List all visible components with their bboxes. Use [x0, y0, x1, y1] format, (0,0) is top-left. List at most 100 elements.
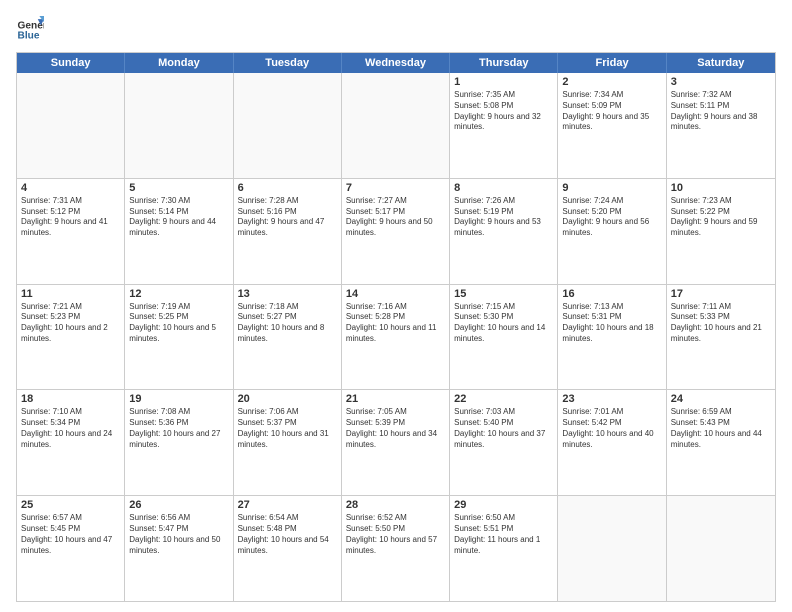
day-info: Sunrise: 7:35 AMSunset: 5:08 PMDaylight:…: [454, 90, 553, 133]
logo: General Blue: [16, 16, 44, 44]
calendar-cell: 12 Sunrise: 7:19 AMSunset: 5:25 PMDayligh…: [125, 285, 233, 390]
day-number: 13: [238, 288, 337, 300]
day-number: 19: [129, 393, 228, 405]
page: General Blue SundayMondayTuesdayWednesda…: [0, 0, 792, 612]
day-number: 2: [562, 76, 661, 88]
calendar-cell: 23 Sunrise: 7:01 AMSunset: 5:42 PMDayligh…: [558, 390, 666, 495]
day-info: Sunrise: 7:10 AMSunset: 5:34 PMDaylight:…: [21, 407, 120, 450]
calendar-cell: 14 Sunrise: 7:16 AMSunset: 5:28 PMDayligh…: [342, 285, 450, 390]
calendar-header-day: Wednesday: [342, 53, 450, 73]
calendar-cell: [234, 73, 342, 178]
day-info: Sunrise: 7:31 AMSunset: 5:12 PMDaylight:…: [21, 196, 120, 239]
calendar-body: 1 Sunrise: 7:35 AMSunset: 5:08 PMDaylight…: [17, 73, 775, 601]
calendar-cell: 11 Sunrise: 7:21 AMSunset: 5:23 PMDayligh…: [17, 285, 125, 390]
day-number: 1: [454, 76, 553, 88]
calendar-cell: 17Sunrise: 7:11 AMSunset: 5:33 PMDayligh…: [667, 285, 775, 390]
day-info: Sunrise: 7:27 AMSunset: 5:17 PMDaylight:…: [346, 196, 445, 239]
day-number: 12: [129, 288, 228, 300]
calendar: SundayMondayTuesdayWednesdayThursdayFrid…: [16, 52, 776, 602]
day-info: Sunrise: 6:54 AMSunset: 5:48 PMDaylight:…: [238, 513, 337, 556]
day-info: Sunrise: 7:26 AMSunset: 5:19 PMDaylight:…: [454, 196, 553, 239]
calendar-cell: 1 Sunrise: 7:35 AMSunset: 5:08 PMDaylight…: [450, 73, 558, 178]
day-info: Sunrise: 6:52 AMSunset: 5:50 PMDaylight:…: [346, 513, 445, 556]
calendar-cell: 20 Sunrise: 7:06 AMSunset: 5:37 PMDayligh…: [234, 390, 342, 495]
calendar-header-day: Thursday: [450, 53, 558, 73]
svg-text:Blue: Blue: [18, 31, 40, 42]
day-info: Sunrise: 7:23 AMSunset: 5:22 PMDaylight:…: [671, 196, 771, 239]
calendar-cell: 28 Sunrise: 6:52 AMSunset: 5:50 PMDayligh…: [342, 496, 450, 601]
calendar-cell: [125, 73, 233, 178]
calendar-cell: 18 Sunrise: 7:10 AMSunset: 5:34 PMDayligh…: [17, 390, 125, 495]
calendar-cell: 6Sunrise: 7:28 AMSunset: 5:16 PMDaylight…: [234, 179, 342, 284]
day-info: Sunrise: 7:03 AMSunset: 5:40 PMDaylight:…: [454, 407, 553, 450]
calendar-cell: 5 Sunrise: 7:30 AMSunset: 5:14 PMDaylight…: [125, 179, 233, 284]
day-info: Sunrise: 7:32 AMSunset: 5:11 PMDaylight:…: [671, 90, 771, 133]
day-number: 23: [562, 393, 661, 405]
day-number: 24: [671, 393, 771, 405]
day-info: Sunrise: 7:01 AMSunset: 5:42 PMDaylight:…: [562, 407, 661, 450]
calendar-cell: 26 Sunrise: 6:56 AMSunset: 5:47 PMDayligh…: [125, 496, 233, 601]
calendar-cell: 27 Sunrise: 6:54 AMSunset: 5:48 PMDayligh…: [234, 496, 342, 601]
calendar-cell: [17, 73, 125, 178]
calendar-header-day: Monday: [125, 53, 233, 73]
calendar-cell: 10 Sunrise: 7:23 AMSunset: 5:22 PMDayligh…: [667, 179, 775, 284]
day-number: 27: [238, 499, 337, 511]
logo-icon: General Blue: [16, 16, 44, 44]
calendar-cell: 25Sunrise: 6:57 AMSunset: 5:45 PMDayligh…: [17, 496, 125, 601]
day-info: Sunrise: 7:18 AMSunset: 5:27 PMDaylight:…: [238, 302, 337, 345]
day-info: Sunrise: 6:50 AMSunset: 5:51 PMDaylight:…: [454, 513, 553, 556]
day-number: 14: [346, 288, 445, 300]
calendar-cell: [342, 73, 450, 178]
day-info: Sunrise: 6:56 AMSunset: 5:47 PMDaylight:…: [129, 513, 228, 556]
calendar-header-day: Tuesday: [234, 53, 342, 73]
day-info: Sunrise: 7:16 AMSunset: 5:28 PMDaylight:…: [346, 302, 445, 345]
calendar-header-day: Friday: [558, 53, 666, 73]
day-info: Sunrise: 7:15 AMSunset: 5:30 PMDaylight:…: [454, 302, 553, 345]
header: General Blue: [16, 16, 776, 44]
day-info: Sunrise: 7:24 AMSunset: 5:20 PMDaylight:…: [562, 196, 661, 239]
calendar-cell: 7 Sunrise: 7:27 AMSunset: 5:17 PMDaylight…: [342, 179, 450, 284]
day-number: 18: [21, 393, 120, 405]
day-number: 4: [21, 182, 120, 194]
calendar-cell: 22 Sunrise: 7:03 AMSunset: 5:40 PMDayligh…: [450, 390, 558, 495]
day-number: 8: [454, 182, 553, 194]
day-number: 16: [562, 288, 661, 300]
calendar-cell: [558, 496, 666, 601]
day-info: Sunrise: 7:21 AMSunset: 5:23 PMDaylight:…: [21, 302, 120, 345]
calendar-cell: 4 Sunrise: 7:31 AMSunset: 5:12 PMDaylight…: [17, 179, 125, 284]
day-info: Sunrise: 6:59 AMSunset: 5:43 PMDaylight:…: [671, 407, 771, 450]
day-number: 11: [21, 288, 120, 300]
calendar-cell: 24 Sunrise: 6:59 AMSunset: 5:43 PMDayligh…: [667, 390, 775, 495]
day-info: Sunrise: 7:34 AMSunset: 5:09 PMDaylight:…: [562, 90, 661, 133]
day-info: Sunrise: 7:28 AMSunset: 5:16 PMDaylight:…: [238, 196, 337, 239]
calendar-cell: 15 Sunrise: 7:15 AMSunset: 5:30 PMDayligh…: [450, 285, 558, 390]
day-info: Sunrise: 7:30 AMSunset: 5:14 PMDaylight:…: [129, 196, 228, 239]
day-info: Sunrise: 7:11 AMSunset: 5:33 PMDaylight:…: [671, 302, 771, 345]
calendar-cell: 3Sunrise: 7:32 AMSunset: 5:11 PMDaylight…: [667, 73, 775, 178]
day-info: Sunrise: 7:05 AMSunset: 5:39 PMDaylight:…: [346, 407, 445, 450]
day-info: Sunrise: 7:08 AMSunset: 5:36 PMDaylight:…: [129, 407, 228, 450]
day-info: Sunrise: 7:19 AMSunset: 5:25 PMDaylight:…: [129, 302, 228, 345]
day-number: 25: [21, 499, 120, 511]
day-number: 10: [671, 182, 771, 194]
calendar-cell: 19 Sunrise: 7:08 AMSunset: 5:36 PMDayligh…: [125, 390, 233, 495]
calendar-week: 18 Sunrise: 7:10 AMSunset: 5:34 PMDayligh…: [17, 390, 775, 496]
day-info: Sunrise: 7:06 AMSunset: 5:37 PMDaylight:…: [238, 407, 337, 450]
calendar-header: SundayMondayTuesdayWednesdayThursdayFrid…: [17, 53, 775, 73]
day-number: 20: [238, 393, 337, 405]
calendar-week: 25Sunrise: 6:57 AMSunset: 5:45 PMDayligh…: [17, 496, 775, 601]
day-info: Sunrise: 7:13 AMSunset: 5:31 PMDaylight:…: [562, 302, 661, 345]
day-number: 22: [454, 393, 553, 405]
calendar-week: 4 Sunrise: 7:31 AMSunset: 5:12 PMDaylight…: [17, 179, 775, 285]
calendar-cell: 21 Sunrise: 7:05 AMSunset: 5:39 PMDayligh…: [342, 390, 450, 495]
day-number: 26: [129, 499, 228, 511]
day-number: 7: [346, 182, 445, 194]
day-number: 5: [129, 182, 228, 194]
calendar-cell: 8 Sunrise: 7:26 AMSunset: 5:19 PMDaylight…: [450, 179, 558, 284]
day-number: 29: [454, 499, 553, 511]
day-number: 21: [346, 393, 445, 405]
calendar-cell: 2 Sunrise: 7:34 AMSunset: 5:09 PMDaylight…: [558, 73, 666, 178]
day-number: 15: [454, 288, 553, 300]
day-number: 28: [346, 499, 445, 511]
calendar-header-day: Saturday: [667, 53, 775, 73]
